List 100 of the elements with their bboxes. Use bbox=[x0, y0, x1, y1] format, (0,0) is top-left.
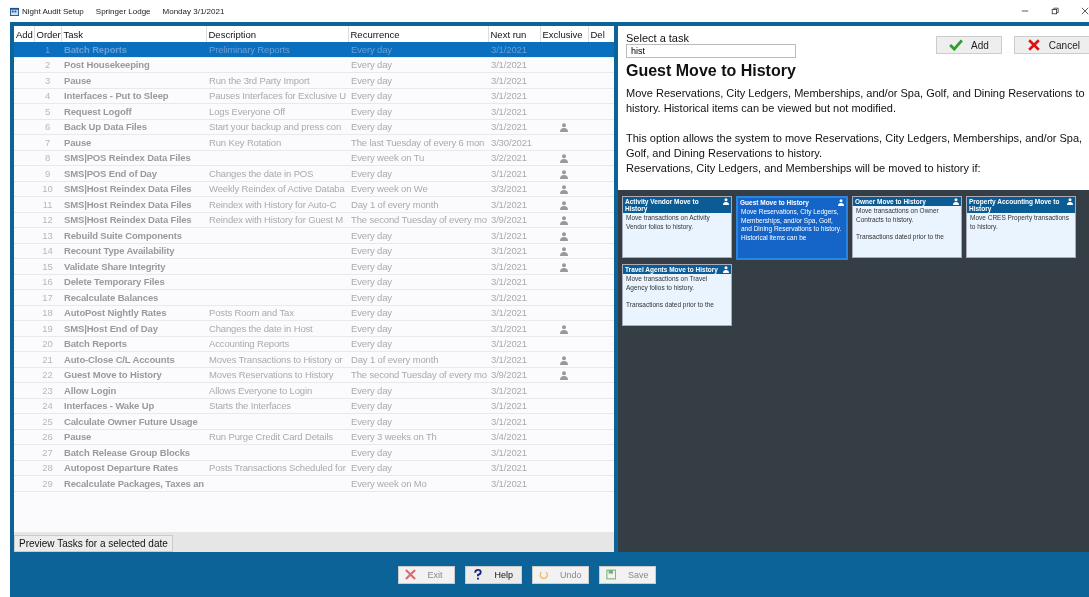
table-row[interactable]: 3 Pause Run the 3rd Party Import Every day 3/1/2021 bbox=[14, 72, 614, 88]
next-run-date: 3/1/2021 bbox=[491, 477, 527, 489]
footer-button[interactable]: Help bbox=[464, 565, 522, 584]
task-heading: Guest Move to History bbox=[626, 62, 797, 80]
task-description: Allows Everyone to Login bbox=[209, 384, 313, 396]
undo-icon bbox=[538, 569, 548, 580]
task-name: Guest Move to History bbox=[64, 369, 162, 381]
task-description: Pauses Interfaces for Exclusive U bbox=[209, 90, 347, 102]
task-search-field[interactable]: hist bbox=[626, 44, 796, 58]
table-row[interactable]: 7 Pause Run Key Rotation The last Tuesday of every 6 mon 3/30/2021 bbox=[14, 134, 614, 150]
task-description-text: Move Reservations, City Ledgers, Memberships, and/or Spa, Golf, and Dining Reservations to history. Historical items can be viewed but not modified. bbox=[626, 86, 1086, 116]
task-description: Moves Transactions to History or bbox=[209, 353, 343, 365]
next-run-date: 3/2/2021 bbox=[491, 152, 527, 164]
preview-tasks-tab[interactable]: Preview Tasks for a selected date bbox=[14, 535, 173, 552]
table-row[interactable]: 19 SMS|Host End of Day Changes the date in Host Every day 3/1/2021 bbox=[14, 320, 614, 336]
task-name: Batch Reports bbox=[64, 43, 127, 55]
task-description-text: Reservations, City Ledgers, and Memberships will be moved to history if: bbox=[626, 161, 982, 176]
restore-icon[interactable] bbox=[1051, 7, 1059, 15]
table-row[interactable]: 28 Autopost Departure Rates Posts Transactions Scheduled for Every day 3/1/2021 bbox=[14, 460, 614, 476]
table-row[interactable]: 29 Recalculate Packages, Taxes an Every week on Mo 3/1/2021 bbox=[14, 475, 614, 491]
task-description: Logs Everyone Off bbox=[209, 105, 285, 117]
order-number: 28 bbox=[42, 462, 53, 474]
table-row[interactable]: 15 Validate Share Integrity Every day 3/1/2021 bbox=[14, 258, 614, 274]
column-header[interactable]: Next run bbox=[488, 26, 540, 42]
column-header[interactable]: Add bbox=[14, 26, 34, 42]
recurrence: Every day bbox=[351, 276, 392, 288]
order-number: 16 bbox=[42, 276, 53, 288]
recurrence: Day 1 of every month bbox=[351, 198, 439, 210]
column-header[interactable]: Exclusive bbox=[540, 26, 588, 42]
table-row[interactable]: 23 Allow Login Allows Everyone to Login Every day 3/1/2021 bbox=[14, 382, 614, 398]
recurrence: Every week on Tu bbox=[351, 152, 425, 164]
next-run-date: 3/1/2021 bbox=[491, 198, 527, 210]
next-run-date: 3/1/2021 bbox=[491, 167, 527, 179]
recurrence: Every day bbox=[351, 415, 392, 427]
table-row[interactable]: 17 Recalculate Balances Every day 3/1/2021 bbox=[14, 289, 614, 305]
task-name: SMS|Host Reindex Data Files bbox=[64, 198, 192, 210]
table-row[interactable]: 1 Batch Reports Preliminary Reports Every day 3/1/2021 bbox=[14, 42, 614, 57]
next-run-date: 3/1/2021 bbox=[491, 121, 527, 133]
next-run-date: 3/1/2021 bbox=[491, 462, 527, 474]
table-row[interactable]: 4 Interfaces - Put to Sleep Pauses Interfaces for Exclusive U Every day 3/1/2021 bbox=[14, 88, 614, 104]
cancel-button[interactable]: Cancel bbox=[1013, 36, 1089, 54]
order-number: 24 bbox=[42, 400, 53, 412]
table-row[interactable]: 25 Calculate Owner Future Usage Every day 3/1/2021 bbox=[14, 413, 614, 429]
order-number: 8 bbox=[44, 152, 51, 164]
table-row[interactable]: 27 Batch Release Group Blocks Every day 3/1/2021 bbox=[14, 444, 614, 460]
table-row[interactable]: 20 Batch Reports Accounting Reports Every day 3/1/2021 bbox=[14, 336, 614, 352]
order-number: 25 bbox=[42, 415, 53, 427]
recurrence: Every day bbox=[351, 400, 392, 412]
table-row[interactable]: 22 Guest Move to History Moves Reservations to History The second Tuesday of every mo 3/9/2021 bbox=[14, 367, 614, 383]
table-row[interactable]: 11 SMS|Host Reindex Data Files Reindex with History for Auto-C Day 1 of every month 3/1/2021 bbox=[14, 196, 614, 212]
task-name: Post Housekeeping bbox=[64, 59, 150, 71]
table-row[interactable]: 2 Post Housekeeping Every day 3/1/2021 bbox=[14, 57, 614, 73]
task-description: Starts the Interfaces bbox=[209, 400, 291, 412]
table-row[interactable]: 14 Recount Type Availability Every day 3/1/2021 bbox=[14, 243, 614, 259]
column-header[interactable]: Task bbox=[61, 26, 206, 42]
recurrence: Every day bbox=[351, 462, 392, 474]
add-button[interactable]: Add bbox=[936, 36, 1002, 54]
table-row[interactable]: 21 Auto-Close C/L Accounts Moves Transactions to History or Day 1 of every month 3/1/2021 bbox=[14, 351, 614, 367]
table-row[interactable]: 6 Back Up Data Files Start your backup and press con Every day 3/1/2021 bbox=[14, 119, 614, 135]
next-run-date: 3/1/2021 bbox=[491, 260, 527, 272]
recurrence: Every day bbox=[351, 245, 392, 257]
task-description-text: This option allows the system to move Reservations, City Ledgers, Memberships, and/or Spa, Golf, and Dining Reservations to history. bbox=[626, 131, 1084, 161]
next-run-date: 3/1/2021 bbox=[491, 245, 527, 257]
task-name: SMS|Host End of Day bbox=[64, 322, 158, 334]
task-name: Interfaces - Put to Sleep bbox=[64, 90, 169, 102]
next-run-date: 3/1/2021 bbox=[491, 229, 527, 241]
task-description: Preliminary Reports bbox=[209, 43, 290, 55]
column-header[interactable]: Description bbox=[206, 26, 348, 42]
next-run-date: 3/9/2021 bbox=[491, 369, 527, 381]
table-row[interactable]: 13 Rebuild Suite Components Every day 3/1/2021 bbox=[14, 227, 614, 243]
table-row[interactable]: 8 SMS|POS Reindex Data Files Every week on Tu 3/2/2021 bbox=[14, 150, 614, 166]
next-run-date: 3/3/2021 bbox=[491, 183, 527, 195]
table-row[interactable]: 24 Interfaces - Wake Up Starts the Interfaces Every day 3/1/2021 bbox=[14, 398, 614, 414]
order-number: 6 bbox=[44, 121, 51, 133]
order-number: 21 bbox=[42, 353, 53, 365]
task-description: Changes the date in Host bbox=[209, 322, 313, 334]
table-row[interactable]: 18 AutoPost Nightly Rates Posts Room and Tax Every day 3/1/2021 bbox=[14, 305, 614, 321]
next-run-date: 3/1/2021 bbox=[491, 322, 527, 334]
column-header[interactable]: Order bbox=[34, 26, 61, 42]
table-row[interactable]: 12 SMS|Host Reindex Data Files Reindex with History for Guest M The second Tuesday of every mo 3/9/2021 bbox=[14, 212, 614, 228]
recurrence: Every day bbox=[351, 291, 392, 303]
table-row[interactable]: 16 Delete Temporary Files Every day 3/1/2021 bbox=[14, 274, 614, 290]
checkmark-icon bbox=[949, 39, 963, 51]
table-row[interactable]: 9 SMS|POS End of Day Changes the date in POS Every day 3/1/2021 bbox=[14, 165, 614, 181]
recurrence: Every day bbox=[351, 384, 392, 396]
column-header[interactable]: Recurrence bbox=[348, 26, 488, 42]
task-description: Reindex with History for Auto-C bbox=[209, 198, 337, 210]
table-row[interactable]: 26 Pause Run Purge Credit Card Details Every 3 weeks on Th 3/4/2021 bbox=[14, 429, 614, 445]
recurrence: Every day bbox=[351, 90, 392, 102]
recurrence: The last Tuesday of every 6 mon bbox=[351, 136, 485, 148]
next-run-date: 3/1/2021 bbox=[491, 384, 527, 396]
table-row[interactable]: 5 Request Logoff Logs Everyone Off Every day 3/1/2021 bbox=[14, 103, 614, 119]
table-row[interactable]: 10 SMS|Host Reindex Data Files Weekly Reindex of Active Databa Every week on We 3/3/2021 bbox=[14, 181, 614, 197]
recurrence: Every day bbox=[351, 74, 392, 86]
next-run-date: 3/1/2021 bbox=[491, 276, 527, 288]
order-number: 13 bbox=[42, 229, 53, 241]
column-header[interactable]: Del bbox=[588, 26, 614, 42]
close-icon[interactable] bbox=[1081, 7, 1089, 15]
next-run-date: 3/1/2021 bbox=[491, 338, 527, 350]
recurrence: Every day bbox=[351, 121, 392, 133]
